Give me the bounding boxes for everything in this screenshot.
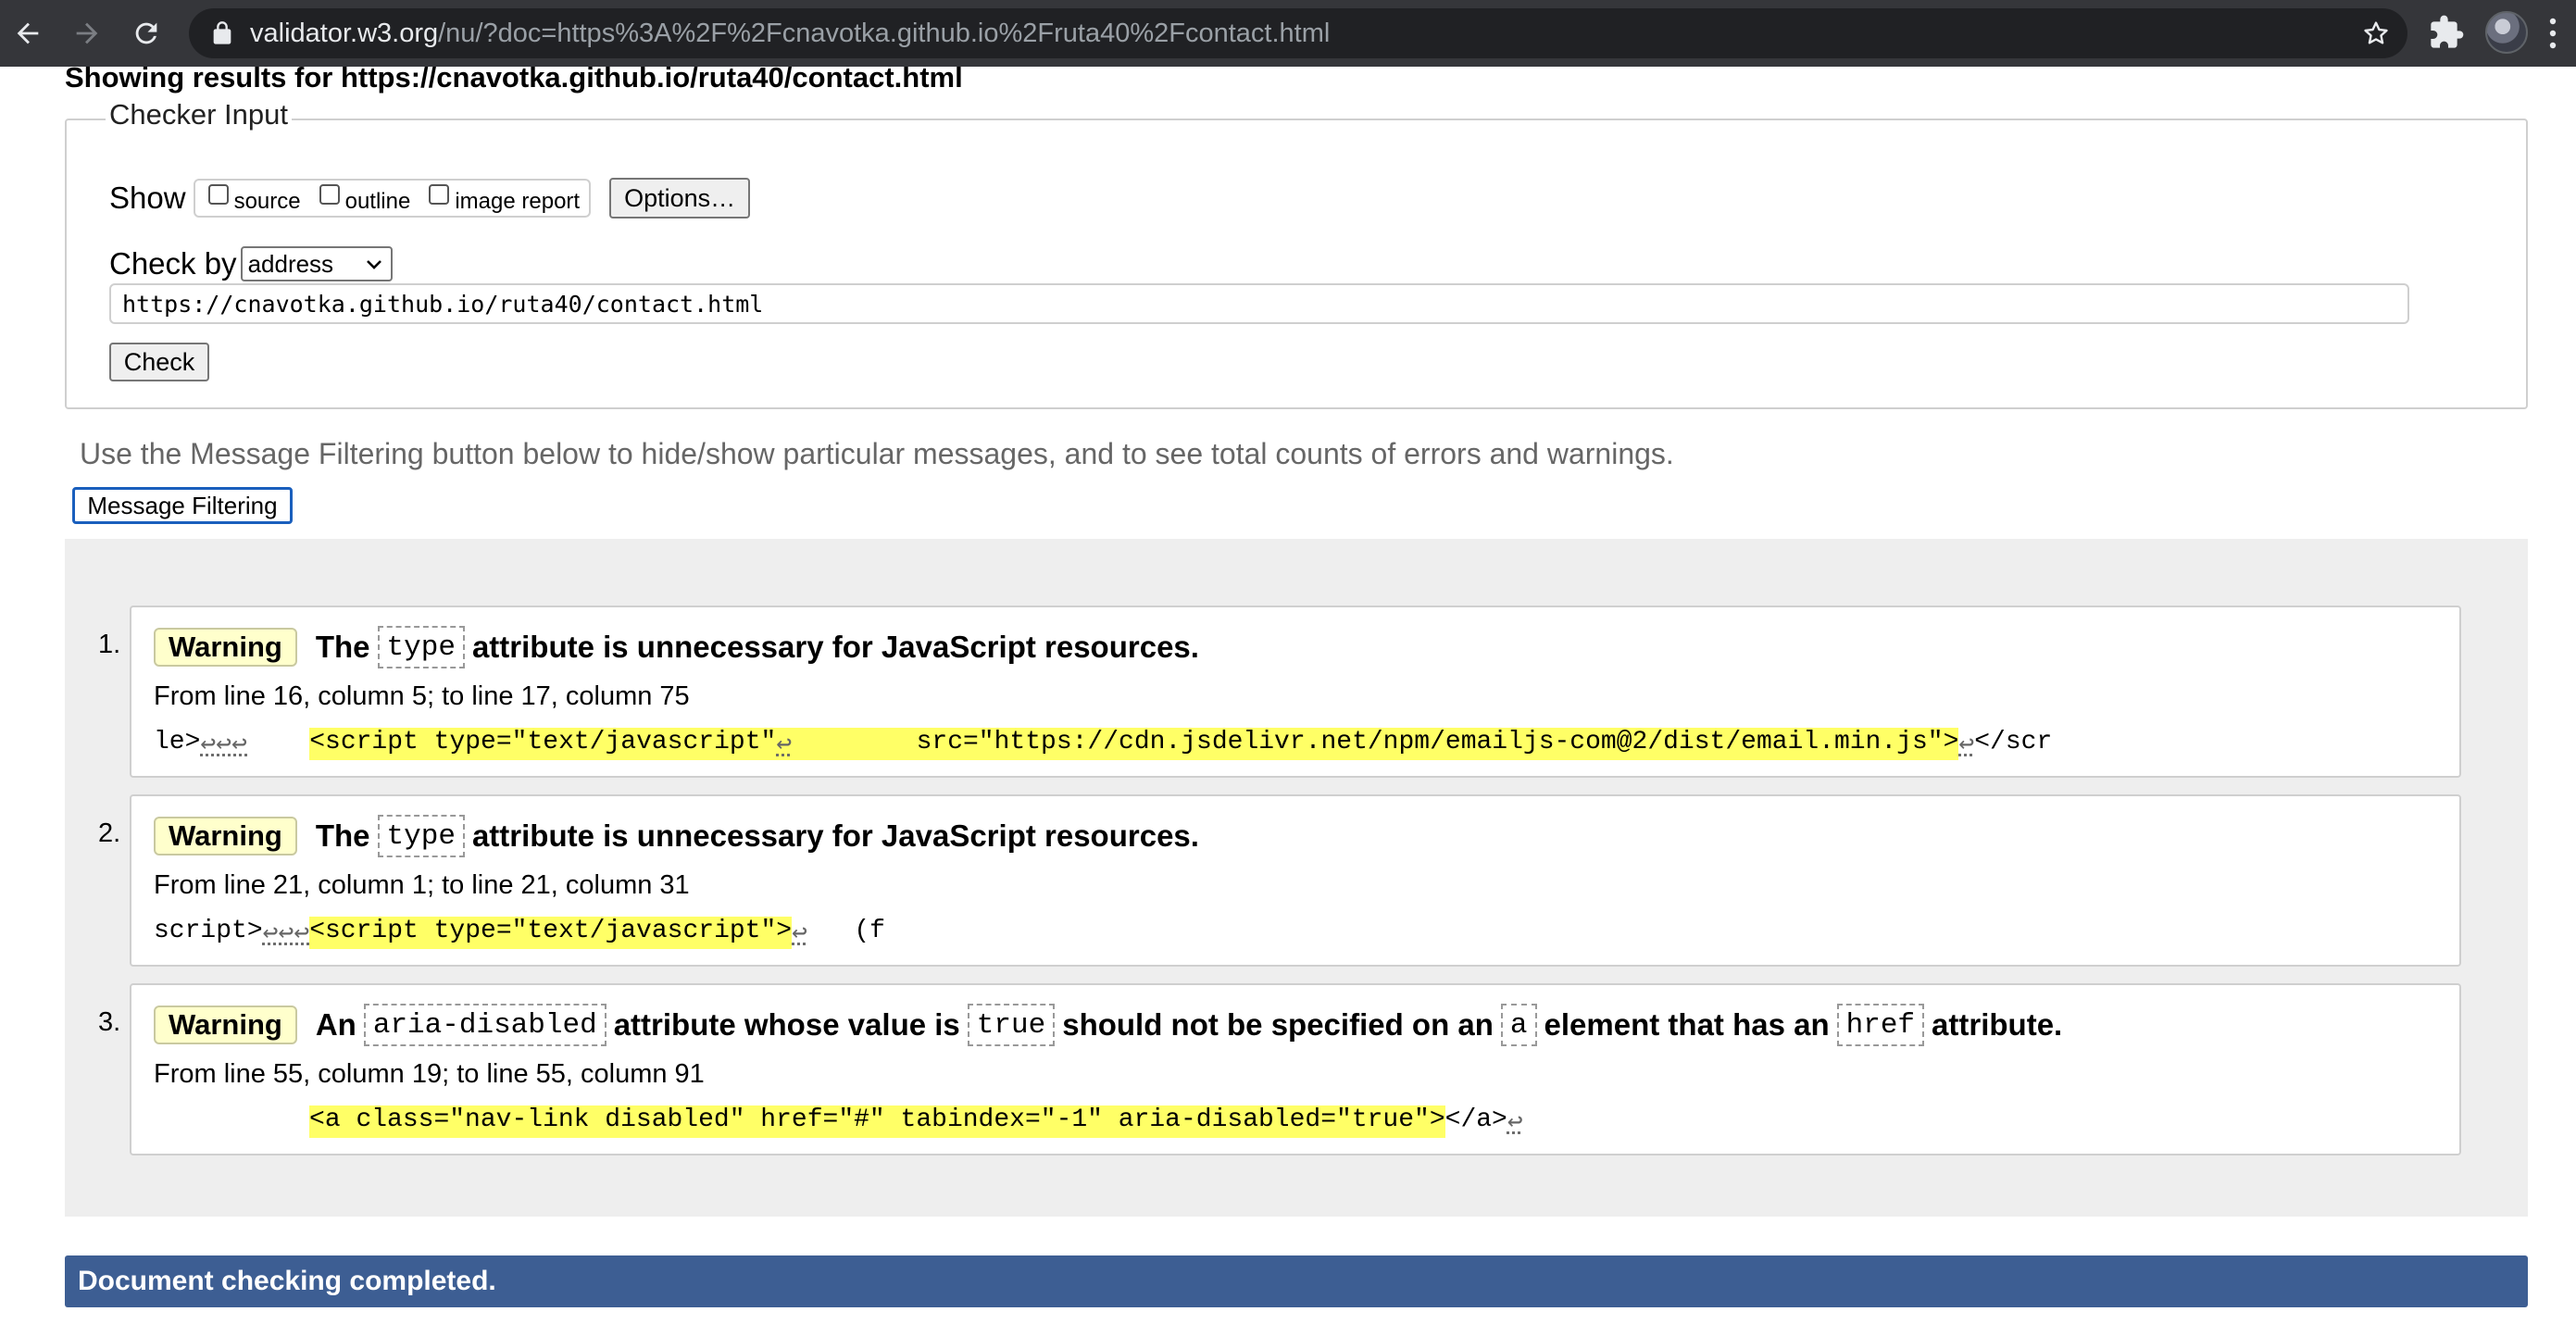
kebab-menu-icon[interactable] [2548,17,2557,50]
message-number: 1. [98,630,121,659]
message-item: 1. Warning The type attribute is unneces… [98,606,2461,778]
extract-text: </scr [1974,728,2053,756]
back-icon[interactable] [7,13,48,54]
options-button[interactable]: Options… [609,178,751,219]
code-attribute: aria-disabled [363,1004,606,1046]
extract-highlight: src="https://cdn.jsdelivr.net/npm/emailj… [792,728,1959,760]
line-feed-marker: ↩ [792,920,807,949]
source-checkbox[interactable] [207,184,229,205]
message-number: 3. [98,1007,121,1037]
extract-text [247,728,309,760]
extensions-icon[interactable] [2428,14,2465,51]
message-text: The [315,630,370,664]
message-text: attribute is unnecessary for JavaScript … [471,818,1199,853]
show-options-row: Show source outline image report Options… [109,178,751,219]
message-text: An [315,1007,356,1042]
source-extract: le> ↩↩↩ <script type="text/javascript" ↩ s… [154,728,2052,760]
message-text: element that has an [1544,1007,1830,1042]
address-bar[interactable]: validator.w3.org/nu/?doc=https%3A%2F%2Fc… [189,8,2407,58]
code-value: true [967,1004,1056,1046]
check-button[interactable]: Check [109,343,209,381]
code-attribute: type [377,815,465,857]
message-filtering-hint: Use the Message Filtering button below t… [80,437,1674,470]
line-feed-marker: ↩↩↩ [262,920,310,949]
warning-badge: Warning [154,817,297,856]
message-heading: Warning An aria-disabled attribute whose… [154,1004,2062,1046]
extract-text: le> [154,728,201,756]
message-text: attribute. [1932,1007,2063,1042]
extract-highlight: <script type="text/javascript"> [309,917,793,949]
extract-text: (f [807,917,885,945]
url-host: validator.w3.org [250,19,439,48]
forward-icon[interactable] [67,13,107,54]
message-item: 3. Warning An aria-disabled attribute wh… [98,983,2461,1155]
checker-input-legend: Checker Input [106,98,292,131]
message-text: attribute whose value is [613,1007,960,1042]
document-url-input[interactable]: https://cnavotka.github.io/ruta40/contac… [109,283,2409,324]
line-feed-marker: ↩ [1958,731,1975,760]
reload-icon[interactable] [126,13,167,54]
code-element: a [1500,1004,1537,1046]
source-extract: script> ↩↩↩ <script type="text/javascript"… [154,917,885,949]
message-text: attribute is unnecessary for JavaScript … [471,630,1199,664]
extract-text: script> [154,917,263,945]
message-filtering-button[interactable]: Message Filtering [72,487,293,524]
message-location: From line 55, column 19; to line 55, col… [154,1059,705,1089]
line-feed-marker: ↩ [776,728,793,760]
browser-toolbar: validator.w3.org/nu/?doc=https%3A%2F%2Fc… [0,0,2576,67]
warning-badge: Warning [154,628,297,667]
results-title: Showing results for https://cnavotka.git… [65,61,963,94]
chevron-down-icon [366,260,381,269]
url-text: validator.w3.org/nu/?doc=https%3A%2F%2Fc… [250,19,1330,48]
outline-checkbox[interactable] [319,184,340,205]
source-checkbox-label[interactable]: source [234,189,301,215]
check-by-row: Check by address [109,246,393,281]
image-report-checkbox-label[interactable]: image report [455,189,580,215]
code-attribute: type [377,626,465,668]
message-item: 2. Warning The type attribute is unneces… [98,794,2461,967]
image-report-checkbox[interactable] [429,184,450,205]
message-heading: Warning The type attribute is unnecessar… [154,626,1199,668]
star-icon[interactable] [2361,19,2391,48]
extract-highlight: <a class="nav-link disabled" href="#" ta… [309,1105,1445,1138]
code-attribute: href [1836,1004,1925,1046]
message-location: From line 16, column 5; to line 17, colu… [154,681,690,711]
extract-text [154,1105,309,1138]
message-text: should not be specified on an [1062,1007,1494,1042]
show-checkbox-group: source outline image report [193,179,592,218]
checking-completed-status: Document checking completed. [65,1255,2528,1307]
messages-list: 1. Warning The type attribute is unneces… [65,539,2528,1217]
warning-badge: Warning [154,1005,297,1044]
message-number: 2. [98,818,121,848]
lock-icon[interactable] [209,20,235,46]
checker-input-panel: Checker Input Show source outline image … [65,98,2528,409]
url-path: /nu/?doc=https%3A%2F%2Fcnavotka.github.i… [438,19,1331,48]
message-location: From line 21, column 1; to line 21, colu… [154,870,690,900]
show-label: Show [109,181,186,215]
check-by-selected-value: address [247,249,334,278]
extract-highlight: <script type="text/javascript" [309,728,777,760]
profile-avatar[interactable] [2485,11,2528,54]
source-extract: <a class="nav-link disabled" href="#" ta… [154,1105,1523,1138]
line-feed-marker: ↩↩↩ [200,731,247,760]
outline-checkbox-label[interactable]: outline [345,189,411,215]
extract-text: </a> [1444,1105,1507,1134]
check-by-select[interactable]: address [240,246,393,281]
check-by-label: Check by [109,246,237,281]
message-heading: Warning The type attribute is unnecessar… [154,815,1199,857]
line-feed-marker: ↩ [1507,1109,1523,1138]
message-text: The [315,818,370,853]
